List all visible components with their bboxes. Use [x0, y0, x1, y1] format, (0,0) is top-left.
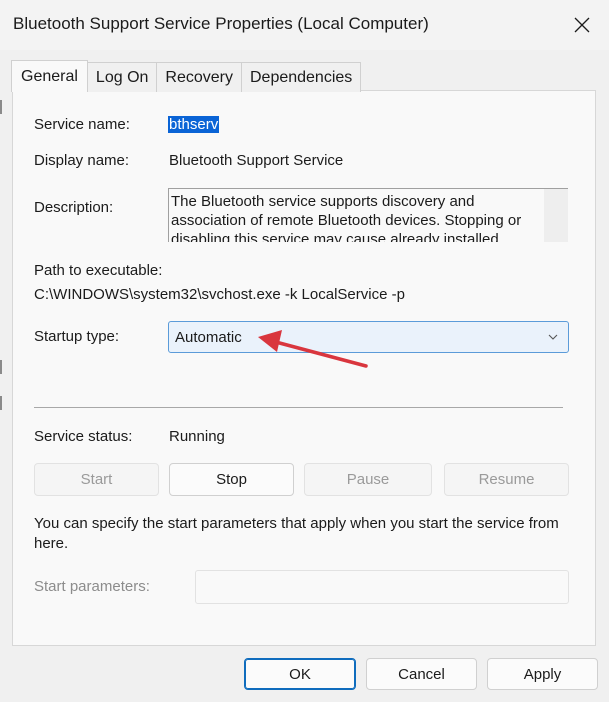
description-label: Description:	[34, 199, 114, 216]
ok-button[interactable]: OK	[244, 658, 356, 690]
close-icon	[574, 17, 590, 33]
service-name-selected-text[interactable]: bthserv	[168, 116, 220, 133]
resume-button[interactable]: Resume	[444, 463, 569, 496]
tab-dependencies[interactable]: Dependencies	[240, 62, 362, 92]
description-text: The Bluetooth service supports discovery…	[171, 193, 522, 242]
service-status-value: Running	[169, 428, 225, 445]
description-scrollbar[interactable]	[544, 189, 568, 242]
display-name-value: Bluetooth Support Service	[169, 152, 344, 169]
window-title: Bluetooth Support Service Properties (Lo…	[13, 14, 429, 33]
start-button[interactable]: Start	[34, 463, 159, 496]
path-to-executable-label: Path to executable:	[34, 262, 163, 279]
pause-button[interactable]: Pause	[304, 463, 432, 496]
startup-type-label: Startup type:	[34, 328, 120, 345]
background-window-edge	[0, 100, 2, 420]
startup-type-value: Automatic	[175, 329, 242, 346]
service-name-value[interactable]: bthserv	[168, 116, 220, 133]
edge-mark	[0, 396, 2, 410]
service-status-label: Service status:	[34, 428, 133, 445]
startup-type-dropdown[interactable]: Automatic	[168, 321, 569, 353]
tab-strip: General Log On Recovery Dependencies	[11, 60, 362, 92]
stop-button[interactable]: Stop	[169, 463, 294, 496]
edge-mark	[0, 100, 2, 114]
title-bar: Bluetooth Support Service Properties (Lo…	[0, 0, 609, 50]
tab-general[interactable]: General	[11, 60, 88, 92]
cancel-button[interactable]: Cancel	[366, 658, 477, 690]
service-name-label: Service name:	[34, 116, 130, 133]
apply-button[interactable]: Apply	[487, 658, 598, 690]
close-button[interactable]	[555, 0, 609, 50]
tab-log-on[interactable]: Log On	[86, 62, 158, 92]
start-parameters-label: Start parameters:	[34, 578, 150, 595]
path-to-executable-value: C:\WINDOWS\system32\svchost.exe -k Local…	[34, 286, 405, 303]
display-name-label: Display name:	[34, 152, 130, 169]
general-tab-panel	[12, 90, 596, 646]
description-textbox[interactable]: The Bluetooth service supports discovery…	[168, 188, 568, 242]
edge-mark	[0, 360, 2, 374]
section-divider	[34, 407, 563, 408]
start-parameters-help-text: You can specify the start parameters tha…	[34, 515, 559, 552]
start-parameters-input[interactable]	[195, 570, 569, 604]
chevron-down-icon	[548, 334, 558, 340]
tab-recovery[interactable]: Recovery	[156, 62, 242, 92]
